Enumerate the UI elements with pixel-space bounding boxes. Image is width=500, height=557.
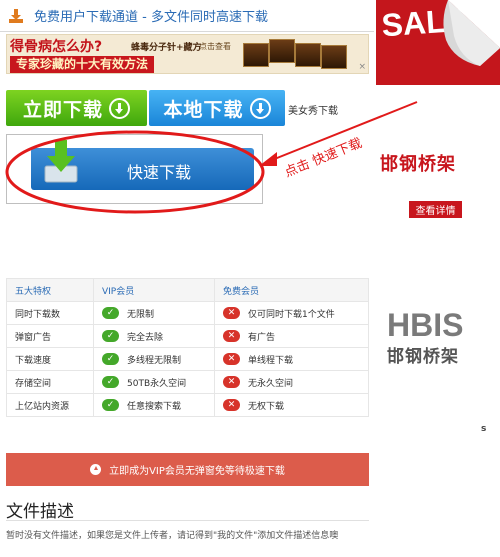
ad-subline: 专家珍藏的十大有效方法 — [10, 56, 155, 73]
table-row: 下载速度 ✓ 多线程无限制 ✕ 单线程下载 — [6, 347, 369, 371]
check-icon: ✓ — [102, 307, 119, 319]
download-now-label: 立即下载 — [22, 98, 103, 121]
feature-name: 弹窗广告 — [15, 332, 52, 343]
vip-value: 无限制 — [127, 309, 155, 320]
click-fast-annotation: 点击 快速下载 — [282, 135, 365, 181]
ad-product-image — [239, 37, 349, 71]
top-bar: 免费用户下载通道 - 多文件同时高速下载 — [0, 0, 374, 32]
check-icon: ✓ — [102, 399, 119, 411]
feature-name: 下载速度 — [15, 355, 52, 366]
quick-download-button[interactable]: 快速下载 — [31, 140, 254, 190]
hbis-logo-ad[interactable]: HBIS 邯钢桥架 — [387, 307, 487, 367]
feature-comparison-table: 五大特权 VIP会员 免费会员 同时下载数 ✓ 无限制 ✕ 仅可同时下载1个文件 弹… — [6, 278, 369, 417]
free-value: 无永久空间 — [248, 378, 294, 389]
quick-download-label: 快速下载 — [127, 163, 192, 182]
ad-cta[interactable]: 点击查看 — [199, 41, 231, 52]
local-download-label: 本地下载 — [163, 98, 244, 121]
divider — [6, 520, 369, 521]
vip-value: 任意搜索下载 — [127, 401, 182, 412]
table-header-row: 五大特权 VIP会员 免费会员 — [6, 278, 369, 302]
file-description-text: 暂时没有文件描述，如果您是文件上传者，请记得到"我的文件"添加文件描述信息噢 — [6, 531, 339, 541]
become-vip-button[interactable]: 立即成为VIP会员无弹窗免等待极速下载 — [6, 453, 369, 486]
vip-value: 多线程无限制 — [127, 355, 182, 366]
check-icon: ✓ — [102, 353, 119, 365]
view-details-button[interactable]: 查看详情 — [409, 201, 462, 218]
quick-download-box: 快速下载 — [6, 134, 263, 204]
free-value: 无权下载 — [248, 401, 285, 412]
cross-icon: ✕ — [223, 399, 240, 411]
side-ad-brand: 邯钢桥架 — [380, 154, 456, 175]
table-header: 免费会员 — [223, 286, 260, 297]
table-row: 同时下载数 ✓ 无限制 ✕ 仅可同时下载1个文件 — [6, 301, 369, 325]
feature-name: 上亿站内资源 — [15, 401, 70, 412]
vip-value: 完全去除 — [127, 332, 164, 343]
feature-name: 存储空间 — [15, 378, 52, 389]
cross-icon: ✕ — [223, 376, 240, 388]
vip-value: 50TB永久空间 — [127, 378, 187, 389]
free-value: 有广告 — [248, 332, 276, 343]
table-row: 存储空间 ✓ 50TB永久空间 ✕ 无永久空间 — [6, 370, 369, 394]
arrow-down-circle-icon — [249, 97, 271, 119]
feature-name: 同时下载数 — [15, 309, 61, 320]
free-value: 仅可同时下载1个文件 — [248, 309, 335, 320]
table-row: 弹窗广告 ✓ 完全去除 ✕ 有广告 — [6, 324, 369, 348]
download-now-button[interactable]: 立即下载 — [6, 90, 147, 126]
download-channel-title: 免费用户下载通道 - 多文件同时高速下载 — [34, 10, 268, 25]
local-download-button[interactable]: 本地下载 — [149, 90, 285, 126]
free-value: 单线程下载 — [248, 355, 294, 366]
ad-close-button[interactable]: × — [358, 62, 366, 72]
download-icon — [9, 8, 23, 23]
file-description-title: 文件描述 — [6, 502, 74, 522]
hbis-logo-text: HBIS — [387, 307, 464, 343]
sale-corner-ad[interactable]: SALE — [376, 0, 500, 85]
cross-icon: ✕ — [223, 330, 240, 342]
ad-product: 蜂毒分子针+藏方 — [131, 43, 202, 53]
ad-headline: 得骨病怎么办? — [10, 39, 103, 55]
vip-up-icon — [90, 464, 102, 475]
file-name-label: 美女秀下载 — [288, 106, 338, 117]
cross-icon: ✕ — [223, 353, 240, 365]
hbis-logo-cn: 邯钢桥架 — [387, 347, 459, 367]
arrow-down-circle-icon — [109, 97, 130, 119]
check-icon: ✓ — [102, 376, 119, 388]
stray-char: s — [481, 424, 487, 434]
become-vip-label: 立即成为VIP会员无弹窗免等待极速下载 — [109, 466, 285, 477]
table-header: 五大特权 — [15, 286, 52, 297]
cross-icon: ✕ — [223, 307, 240, 319]
download-arrow-icon — [44, 140, 78, 183]
table-row: 上亿站内资源 ✓ 任意搜索下载 ✕ 无权下载 — [6, 393, 369, 417]
check-icon: ✓ — [102, 330, 119, 342]
ad-banner[interactable]: 得骨病怎么办? 蜂毒分子针+藏方 点击查看 专家珍藏的十大有效方法 × — [6, 34, 369, 74]
table-header: VIP会员 — [102, 286, 135, 297]
